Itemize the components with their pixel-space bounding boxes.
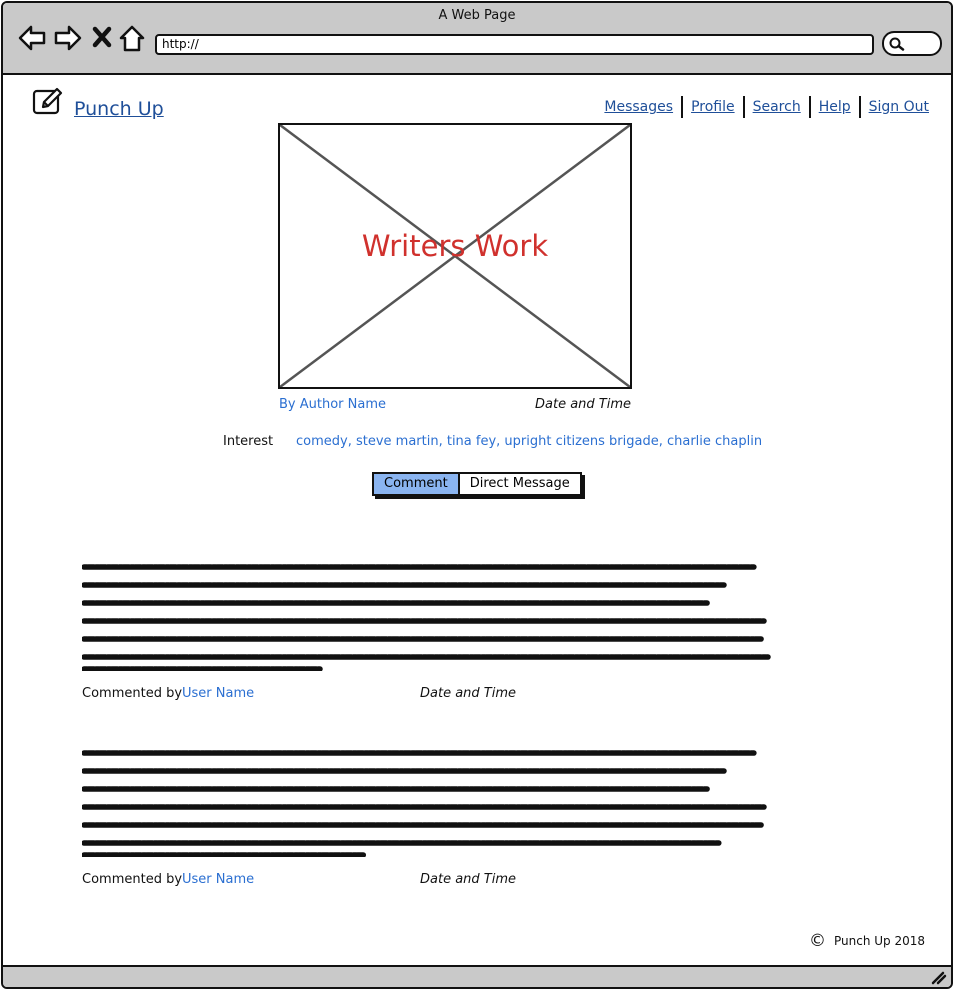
nav-search[interactable]: Search xyxy=(745,99,809,115)
author-link[interactable]: By Author Name xyxy=(279,397,386,412)
writers-work-image-placeholder: Writers Work xyxy=(278,123,632,389)
browser-status-bar xyxy=(3,965,951,987)
interest-tags[interactable]: comedy, steve martin, tina fey, upright … xyxy=(296,434,762,449)
comment-user-link[interactable]: User Name xyxy=(182,686,254,701)
address-bar[interactable]: http:// xyxy=(155,34,874,55)
page-footer: © Punch Up 2018 xyxy=(809,931,925,951)
action-button-group: Comment Direct Message xyxy=(372,472,582,496)
resize-grip-icon[interactable] xyxy=(931,971,947,985)
site-title-link[interactable]: Punch Up xyxy=(74,98,164,120)
footer-text: Punch Up 2018 xyxy=(833,934,925,948)
nav-profile[interactable]: Profile xyxy=(683,99,743,115)
commented-by-label: Commented by xyxy=(82,872,183,887)
comment-date: Date and Time xyxy=(420,686,517,701)
post-date: Date and Time xyxy=(535,397,632,412)
top-navigation: Messages Profile Search Help Sign Out xyxy=(596,96,937,118)
comment-block: Commented by User Name Date and Time xyxy=(81,559,772,701)
nav-help[interactable]: Help xyxy=(811,99,859,115)
home-icon[interactable] xyxy=(118,23,146,53)
browser-window: A Web Page http:// Punch Up Messages Pro… xyxy=(1,1,953,989)
commented-by-label: Commented by xyxy=(82,686,183,701)
search-icon xyxy=(889,37,905,51)
close-icon[interactable] xyxy=(91,25,113,49)
comment-body-scribble xyxy=(81,750,767,858)
browser-toolbar: A Web Page http:// xyxy=(3,3,951,75)
interest-label: Interest xyxy=(223,434,274,449)
edit-pencil-icon xyxy=(31,87,65,121)
comment-user-link[interactable]: User Name xyxy=(182,872,254,887)
comment-body-scribble xyxy=(81,564,771,672)
forward-arrow-icon[interactable] xyxy=(53,23,83,53)
nav-messages[interactable]: Messages xyxy=(596,99,681,115)
direct-message-button[interactable]: Direct Message xyxy=(460,474,580,494)
back-arrow-icon[interactable] xyxy=(17,23,47,53)
browser-search-field[interactable] xyxy=(882,31,942,56)
image-label: Writers Work xyxy=(361,229,549,263)
comment-meta: Commented by User Name Date and Time xyxy=(82,872,516,887)
comment-meta: Commented by User Name Date and Time xyxy=(82,686,516,701)
window-title: A Web Page xyxy=(438,8,516,23)
copyright-icon: © xyxy=(808,931,826,951)
comment-date: Date and Time xyxy=(420,872,517,887)
comment-button[interactable]: Comment xyxy=(374,474,460,494)
nav-sign-out[interactable]: Sign Out xyxy=(861,99,937,115)
comment-block: Commented by User Name Date and Time xyxy=(81,745,772,887)
